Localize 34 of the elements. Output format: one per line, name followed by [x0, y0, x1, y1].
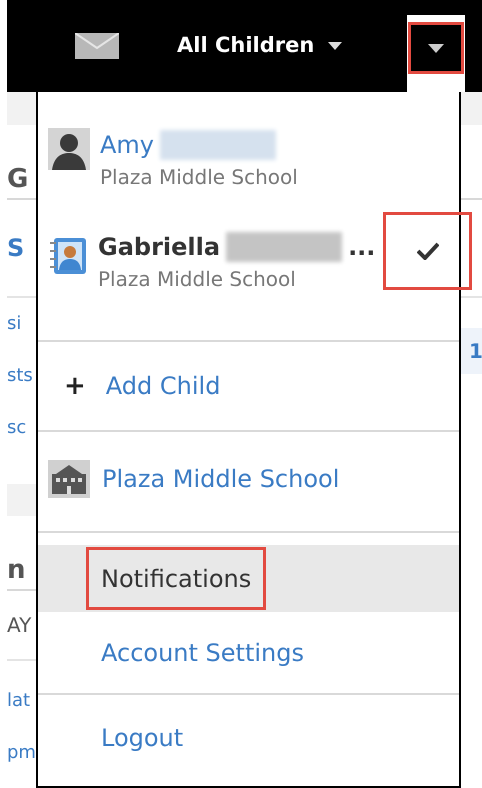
school-item[interactable]: Plaza Middle School [38, 432, 459, 533]
child-selector[interactable]: All Children [177, 30, 342, 62]
school-building-icon [48, 460, 90, 498]
heading-text: n [7, 557, 26, 583]
link-text[interactable]: lat [7, 692, 30, 710]
heading-text: G [7, 166, 28, 192]
logout-link[interactable]: Logout [101, 720, 184, 756]
person-silhouette-icon [48, 128, 90, 170]
caret-icon [428, 44, 444, 52]
link-text[interactable]: sts [7, 367, 33, 385]
child-name: Amy [100, 130, 154, 161]
count-text: 1 [469, 338, 482, 365]
body-text: AY [7, 615, 32, 635]
contact-card-icon [48, 236, 88, 276]
menu-link[interactable]: Account Settings [86, 634, 319, 670]
checkmark-icon [416, 242, 438, 260]
menu-toggle-button[interactable] [408, 22, 464, 74]
add-child-item[interactable]: + Add Child [38, 342, 459, 432]
link-text[interactable]: sc [7, 419, 26, 437]
caret-icon [328, 42, 342, 50]
ellipsis-text: ... [348, 232, 376, 263]
child-item[interactable]: Amy Plaza Middle School [38, 128, 459, 192]
menu-link[interactable]: Notifications [86, 547, 266, 610]
section-band [7, 92, 36, 125]
plus-icon: + [64, 366, 86, 406]
link-text[interactable]: pm [7, 744, 36, 762]
school-name: Plaza Middle School [98, 266, 297, 293]
section-band [7, 484, 36, 516]
child-item[interactable]: Gabriella ... Plaza Middle School [38, 230, 459, 294]
school-name: Plaza Middle School [100, 164, 298, 191]
section-band [461, 92, 482, 125]
link-text[interactable]: S [7, 236, 24, 260]
child-name: Gabriella [98, 232, 220, 263]
link-text[interactable]: si [7, 315, 22, 333]
